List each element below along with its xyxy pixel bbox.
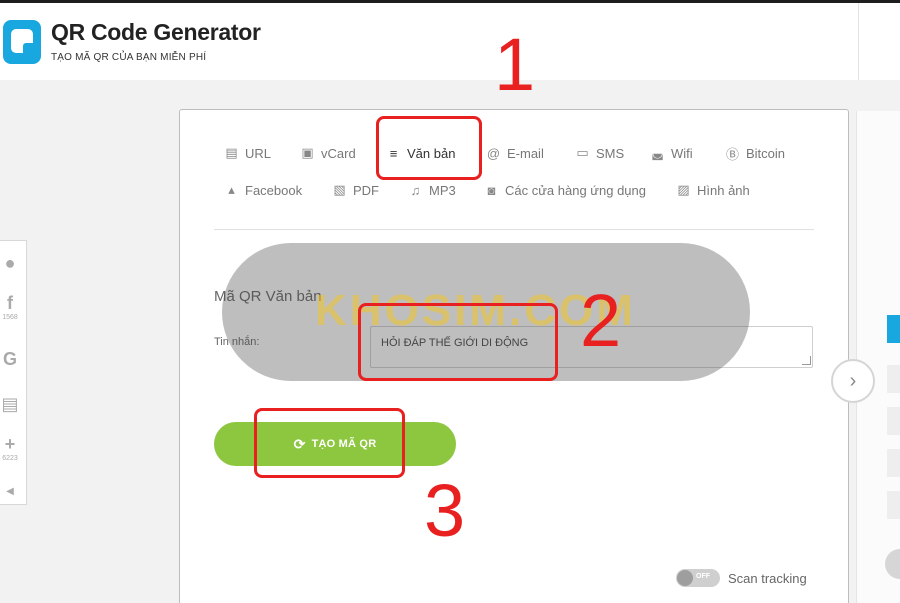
- music-note-icon: ♫: [410, 182, 421, 198]
- right-panel-row: [887, 407, 900, 435]
- social-share-sidebar: ● f 1568 G ▤ + 6223 ◀: [0, 240, 27, 505]
- tab-app-stores[interactable]: ◙ Các cửa hàng ứng dụng: [484, 178, 646, 202]
- scan-tracking-label: Scan tracking: [728, 571, 807, 586]
- annotation-number-3: 3: [424, 469, 466, 552]
- annotation-box-2: [358, 303, 558, 381]
- toggle-state-text: OFF: [696, 573, 710, 580]
- tab-bitcoin[interactable]: Ⓑ Bitcoin: [725, 141, 785, 165]
- printer-icon: ▤: [1, 394, 19, 414]
- tab-wifi[interactable]: ◛ Wifi: [650, 141, 692, 165]
- more-share-button[interactable]: + 6223: [0, 434, 20, 462]
- next-step-button[interactable]: ›: [831, 359, 875, 403]
- resize-handle[interactable]: [802, 356, 811, 365]
- right-panel-circle: [885, 549, 900, 579]
- tab-email[interactable]: @ E-mail: [486, 141, 544, 165]
- chat-icon: ▭: [576, 145, 589, 160]
- caret-left-icon: ◀: [6, 486, 14, 497]
- share-count: 6223: [2, 455, 18, 462]
- tab-mp3[interactable]: ♫ MP3: [408, 178, 456, 202]
- app-store-icon: ◙: [487, 182, 496, 198]
- google-icon: G: [2, 349, 17, 369]
- print-button[interactable]: ▤: [0, 394, 20, 415]
- tab-vcard[interactable]: ▣ vCard: [300, 141, 355, 165]
- at-icon: @: [486, 145, 501, 161]
- toggle-knob: [677, 570, 693, 586]
- facebook-share-button[interactable]: f 1568: [0, 293, 20, 321]
- twitter-share-button[interactable]: ●: [0, 253, 20, 274]
- thumbs-up-icon: ▴: [228, 182, 235, 197]
- brand-subtitle: TẠO MÃ QR CỦA BẠN MIỄN PHÍ: [51, 52, 207, 63]
- tab-pdf[interactable]: ▧ PDF: [332, 178, 379, 202]
- bitcoin-icon: Ⓑ: [725, 146, 739, 162]
- annotation-box-3: [254, 408, 405, 478]
- contact-card-icon: ▣: [301, 145, 314, 160]
- tab-images[interactable]: ▨ Hình ảnh: [676, 178, 749, 202]
- tab-sms[interactable]: ▭ SMS: [575, 141, 624, 165]
- facebook-share-count: 1568: [2, 314, 18, 321]
- tab-url[interactable]: ▤ URL: [224, 141, 271, 165]
- tabs-divider: [214, 229, 814, 230]
- right-panel: [856, 111, 900, 603]
- wifi-icon: ◛: [651, 145, 664, 160]
- chevron-right-icon: ›: [849, 369, 857, 392]
- brand-title[interactable]: QR Code Generator: [51, 19, 261, 46]
- collapse-sidebar-button[interactable]: ◀: [0, 481, 20, 502]
- right-panel-row: [887, 365, 900, 393]
- annotation-box-1: [376, 116, 482, 180]
- tab-facebook[interactable]: ▴ Facebook: [224, 178, 302, 202]
- annotation-number-2: 2: [580, 279, 622, 362]
- annotation-number-1: 1: [494, 23, 536, 106]
- app-header: QR Code Generator TẠO MÃ QR CỦA BẠN MIỄN…: [0, 0, 900, 80]
- header-right-block: [858, 3, 900, 80]
- right-panel-accent: [887, 315, 900, 343]
- right-panel-row: [887, 449, 900, 477]
- facebook-icon: f: [7, 293, 13, 313]
- plus-icon: +: [4, 434, 16, 454]
- google-share-button[interactable]: G: [0, 349, 20, 370]
- twitter-icon: ●: [4, 253, 16, 273]
- qr-logo-icon[interactable]: [3, 20, 41, 64]
- image-icon: ▨: [677, 182, 690, 197]
- pdf-icon: ▧: [333, 182, 346, 197]
- header-top-line: [0, 0, 900, 3]
- right-panel-row: [887, 491, 900, 519]
- scan-tracking-toggle[interactable]: OFF: [676, 569, 720, 587]
- document-icon: ▤: [225, 145, 238, 160]
